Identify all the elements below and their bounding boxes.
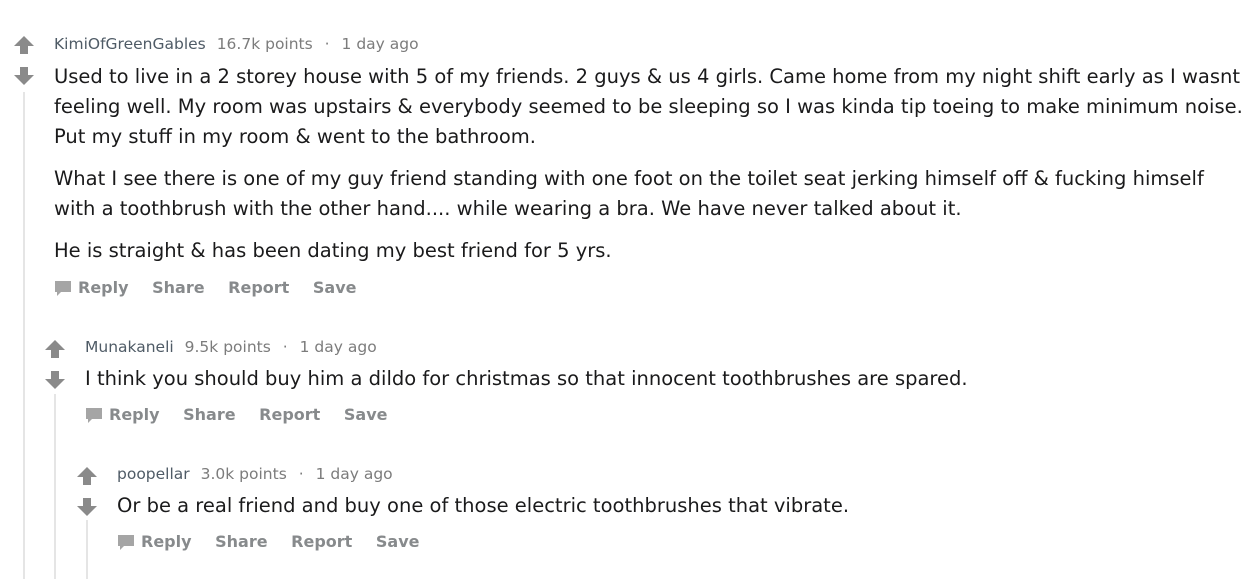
upvote-arrow-icon[interactable]: [43, 337, 67, 361]
comment-actions: Reply Share Report Save: [117, 532, 438, 556]
meta-separator: ·: [298, 465, 304, 483]
speech-bubble-icon: [54, 279, 72, 302]
meta-separator: ·: [282, 338, 288, 356]
points-count: 9.5k points: [184, 338, 271, 356]
speech-bubble-icon: [85, 406, 103, 429]
points-count: 3.0k points: [200, 465, 287, 483]
save-button[interactable]: Save: [313, 278, 357, 297]
reply-button[interactable]: Reply: [54, 278, 129, 297]
thread-line: [23, 92, 25, 579]
timestamp[interactable]: 1 day ago: [316, 465, 393, 483]
comment-actions: Reply Share Report Save: [85, 405, 406, 429]
downvote-arrow-icon[interactable]: [12, 64, 36, 88]
comment-meta: Munakaneli 9.5k points · 1 day ago: [85, 337, 377, 357]
share-button[interactable]: Share: [152, 278, 204, 297]
comment-meta: poopellar 3.0k points · 1 day ago: [117, 464, 393, 484]
thread-line: [86, 520, 88, 579]
comment-body: I think you should buy him a dildo for c…: [85, 364, 1235, 394]
reply-label: Reply: [109, 405, 160, 424]
upvote-arrow-icon[interactable]: [75, 464, 99, 488]
timestamp[interactable]: 1 day ago: [300, 338, 377, 356]
upvote-arrow-icon[interactable]: [12, 33, 36, 57]
comment-meta: KimiOfGreenGables 16.7k points · 1 day a…: [54, 34, 419, 54]
comment-paragraph: What I see there is one of my guy friend…: [54, 167, 1204, 220]
share-button[interactable]: Share: [215, 532, 267, 551]
reply-label: Reply: [78, 278, 129, 297]
thread-line: [54, 394, 56, 579]
reply-label: Reply: [141, 532, 192, 551]
comment-body: Used to live in a 2 storey house with 5 …: [54, 62, 1244, 266]
reply-button[interactable]: Reply: [85, 405, 160, 424]
comment-actions: Reply Share Report Save: [54, 278, 375, 302]
save-button[interactable]: Save: [376, 532, 420, 551]
speech-bubble-icon: [117, 533, 135, 556]
report-button[interactable]: Report: [259, 405, 320, 424]
comment-body: Or be a real friend and buy one of those…: [117, 491, 1237, 521]
points-count: 16.7k points: [216, 35, 313, 53]
comment-paragraph: Used to live in a 2 storey house with 5 …: [54, 65, 1243, 148]
comment-paragraph: He is straight & has been dating my best…: [54, 239, 612, 262]
report-button[interactable]: Report: [228, 278, 289, 297]
report-button[interactable]: Report: [291, 532, 352, 551]
comment-paragraph: Or be a real friend and buy one of those…: [117, 494, 850, 517]
meta-separator: ·: [324, 35, 330, 53]
author-link[interactable]: Munakaneli: [85, 338, 174, 356]
share-button[interactable]: Share: [183, 405, 235, 424]
downvote-arrow-icon[interactable]: [75, 495, 99, 519]
timestamp[interactable]: 1 day ago: [342, 35, 419, 53]
comment-paragraph: I think you should buy him a dildo for c…: [85, 367, 968, 390]
save-button[interactable]: Save: [344, 405, 388, 424]
author-link[interactable]: poopellar: [117, 465, 190, 483]
downvote-arrow-icon[interactable]: [43, 368, 67, 392]
author-link[interactable]: KimiOfGreenGables: [54, 35, 206, 53]
reply-button[interactable]: Reply: [117, 532, 192, 551]
